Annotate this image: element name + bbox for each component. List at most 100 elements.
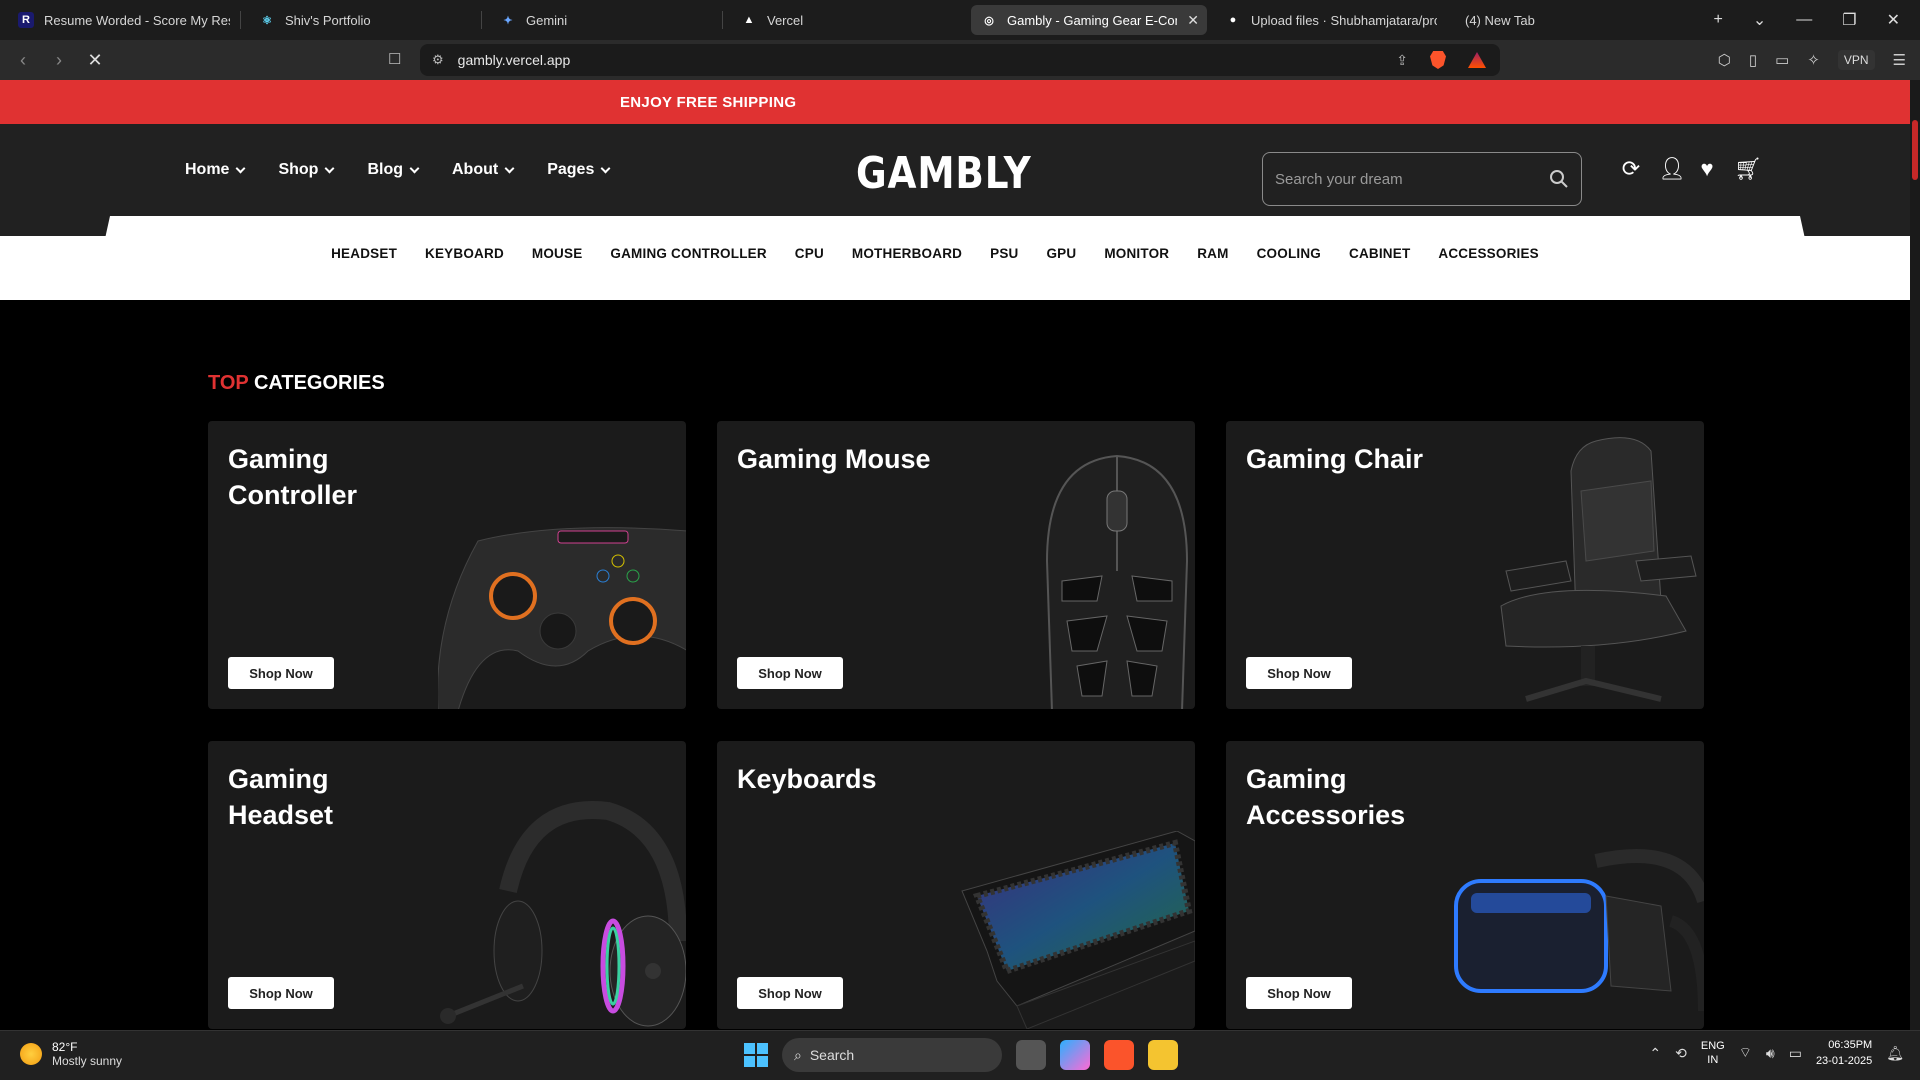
clock[interactable]: 06:35PM 23-01-2025 bbox=[1816, 1037, 1872, 1069]
browser-tab-active[interactable]: ◎ Gambly - Gaming Gear E-Commerce ✕ bbox=[971, 5, 1207, 35]
card-title: Gaming Headset bbox=[228, 764, 334, 830]
wifi-icon[interactable]: ⌔ bbox=[1739, 1044, 1752, 1062]
section-title: TOP CATEGORIES bbox=[208, 372, 385, 395]
sync-icon[interactable]: ⟲ bbox=[1675, 1045, 1687, 1062]
sidebar-icon[interactable]: ▯ bbox=[1749, 51, 1757, 69]
menu-icon[interactable]: ☰ bbox=[1893, 51, 1906, 69]
category-link[interactable]: MONITOR bbox=[1104, 246, 1169, 261]
search-input[interactable] bbox=[1275, 170, 1549, 188]
brave-shields-icon[interactable] bbox=[1430, 51, 1446, 69]
resume-worded-icon: R bbox=[18, 12, 34, 28]
copilot-icon[interactable] bbox=[1060, 1040, 1090, 1070]
back-icon[interactable]: ‹ bbox=[10, 50, 36, 71]
windows-start-icon[interactable] bbox=[744, 1043, 768, 1067]
category-card[interactable]: Gaming Accessories Shop Now bbox=[1226, 741, 1704, 1029]
forward-icon[interactable]: › bbox=[46, 50, 72, 71]
notification-bell-icon[interactable]: 🔔︎ bbox=[1886, 1045, 1904, 1062]
browser-tab[interactable]: (4) New Tab bbox=[1455, 5, 1605, 35]
cart-icon[interactable]: 🛒︎ bbox=[1734, 156, 1762, 182]
tab-title: Gambly - Gaming Gear E-Commerce bbox=[1007, 12, 1177, 28]
nav-shop[interactable]: Shop bbox=[278, 161, 335, 179]
volume-icon[interactable]: 🔊︎ bbox=[1766, 1045, 1775, 1062]
stop-loading-icon[interactable]: ✕ bbox=[82, 50, 108, 71]
category-link[interactable]: PSU bbox=[990, 246, 1018, 261]
shop-now-button[interactable]: Shop Now bbox=[1246, 977, 1352, 1009]
vpn-button[interactable]: VPN bbox=[1837, 50, 1875, 70]
tab-title: Resume Worded - Score My Resume bbox=[44, 12, 230, 28]
tab-title: Upload files · Shubhamjatara/project bbox=[1251, 12, 1437, 28]
browser-tab[interactable]: R Resume Worded - Score My Resume bbox=[8, 5, 240, 35]
category-link[interactable]: COOLING bbox=[1257, 246, 1321, 261]
category-card[interactable]: Gaming Mouse Shop Now bbox=[717, 421, 1195, 709]
weather-condition: Mostly sunny bbox=[52, 1054, 123, 1068]
site-logo[interactable]: GAMBLY bbox=[856, 148, 1032, 199]
share-icon[interactable]: ⇪ bbox=[1396, 52, 1408, 69]
compare-refresh-icon[interactable]: ⟳ bbox=[1620, 156, 1642, 182]
battery-icon[interactable]: ▭ bbox=[1789, 1045, 1802, 1062]
card-title: Gaming Controller bbox=[228, 444, 358, 510]
category-card[interactable]: Gaming Headset Shop Now bbox=[208, 741, 686, 1029]
shop-now-button[interactable]: Shop Now bbox=[228, 657, 334, 689]
minimize-icon[interactable]: — bbox=[1796, 11, 1812, 29]
shop-now-button[interactable]: Shop Now bbox=[1246, 657, 1352, 689]
nav-home[interactable]: Home bbox=[185, 161, 246, 179]
category-link[interactable]: ACCESSORIES bbox=[1438, 246, 1538, 261]
browser-tab[interactable]: ● Upload files · Shubhamjatara/project bbox=[1215, 5, 1447, 35]
category-card[interactable]: Keyboards Shop Now bbox=[717, 741, 1195, 1029]
brave-rewards-icon[interactable] bbox=[1468, 52, 1486, 68]
tab-separator bbox=[722, 11, 723, 29]
browser-tab[interactable]: ✦ Gemini bbox=[490, 5, 722, 35]
task-view-icon[interactable] bbox=[1016, 1040, 1046, 1070]
search-icon[interactable] bbox=[1549, 169, 1569, 189]
category-link[interactable]: CABINET bbox=[1349, 246, 1410, 261]
nav-label: Home bbox=[185, 161, 230, 178]
category-card[interactable]: Gaming Chair Shop Now bbox=[1226, 421, 1704, 709]
nav-blog[interactable]: Blog bbox=[367, 161, 420, 179]
shop-now-button[interactable]: Shop Now bbox=[737, 657, 843, 689]
nav-pages[interactable]: Pages bbox=[547, 161, 611, 179]
weather-widget[interactable]: 82°F Mostly sunny bbox=[20, 1040, 122, 1068]
category-link[interactable]: MOTHERBOARD bbox=[852, 246, 962, 261]
promo-banner: ENJOY FREE SHIPPING bbox=[0, 80, 1910, 124]
wallet-icon[interactable]: ▭ bbox=[1775, 51, 1789, 69]
page-scrollbar[interactable] bbox=[1910, 80, 1920, 1030]
shop-now-button[interactable]: Shop Now bbox=[737, 977, 843, 1009]
shop-now-button[interactable]: Shop Now bbox=[228, 977, 334, 1009]
category-link[interactable]: HEADSET bbox=[331, 246, 397, 261]
chevron-up-icon[interactable]: ⌃ bbox=[1649, 1045, 1661, 1062]
nav-about[interactable]: About bbox=[452, 161, 515, 179]
category-link[interactable]: MOUSE bbox=[532, 246, 583, 261]
category-card[interactable]: Gaming Controller Shop Now bbox=[208, 421, 686, 709]
category-link[interactable]: RAM bbox=[1197, 246, 1228, 261]
scrollbar-thumb[interactable] bbox=[1912, 120, 1918, 180]
site-settings-icon[interactable]: ⚙ bbox=[432, 52, 444, 68]
windows-taskbar: 82°F Mostly sunny ⌕ Search ⌃ ⟲ ENG IN ⌔ … bbox=[0, 1030, 1920, 1080]
category-link[interactable]: GPU bbox=[1046, 246, 1076, 261]
close-tab-icon[interactable]: ✕ bbox=[1187, 12, 1199, 29]
leo-ai-icon[interactable]: ✧ bbox=[1807, 51, 1820, 69]
language-indicator[interactable]: ENG IN bbox=[1701, 1039, 1725, 1067]
site-header: Home Shop Blog About Pages GAMBLY ⟳ 👤︎ ♥… bbox=[0, 124, 1910, 216]
user-icon[interactable]: 👤︎ bbox=[1658, 156, 1686, 182]
new-tab-icon[interactable]: + bbox=[1714, 11, 1723, 29]
file-explorer-icon[interactable] bbox=[1148, 1040, 1178, 1070]
browser-tab[interactable]: ▲ Vercel bbox=[731, 5, 963, 35]
category-grid: Gaming Controller Shop Now Gaming Mouse bbox=[208, 421, 1704, 1029]
tab-list-chevron-icon[interactable]: ⌄ bbox=[1753, 10, 1766, 30]
extensions-icon[interactable]: ⬡ bbox=[1718, 51, 1731, 69]
taskbar-search[interactable]: ⌕ Search bbox=[782, 1038, 1002, 1072]
restore-icon[interactable]: ❐ bbox=[1842, 10, 1856, 30]
nav-label: Pages bbox=[547, 161, 595, 178]
category-link[interactable]: GAMING CONTROLLER bbox=[610, 246, 766, 261]
close-window-icon[interactable]: ✕ bbox=[1887, 10, 1900, 30]
browser-tab[interactable]: ⚛ Shiv's Portfolio bbox=[249, 5, 481, 35]
keyboard-image bbox=[961, 831, 1195, 1029]
category-link[interactable]: KEYBOARD bbox=[425, 246, 504, 261]
url-field[interactable]: ⚙ gambly.vercel.app ⇪ bbox=[420, 44, 1500, 76]
date: 23-01-2025 bbox=[1815, 1055, 1873, 1067]
heart-icon[interactable]: ♥ bbox=[1696, 156, 1718, 182]
bookmark-icon[interactable]: ☐ bbox=[388, 50, 401, 68]
category-link[interactable]: CPU bbox=[795, 246, 824, 261]
brave-taskbar-icon[interactable] bbox=[1104, 1040, 1134, 1070]
system-tray: ⌃ ⟲ ENG IN ⌔ 🔊︎ ▭ 06:35PM 23-01-2025 🔔︎ bbox=[1649, 1037, 1904, 1069]
